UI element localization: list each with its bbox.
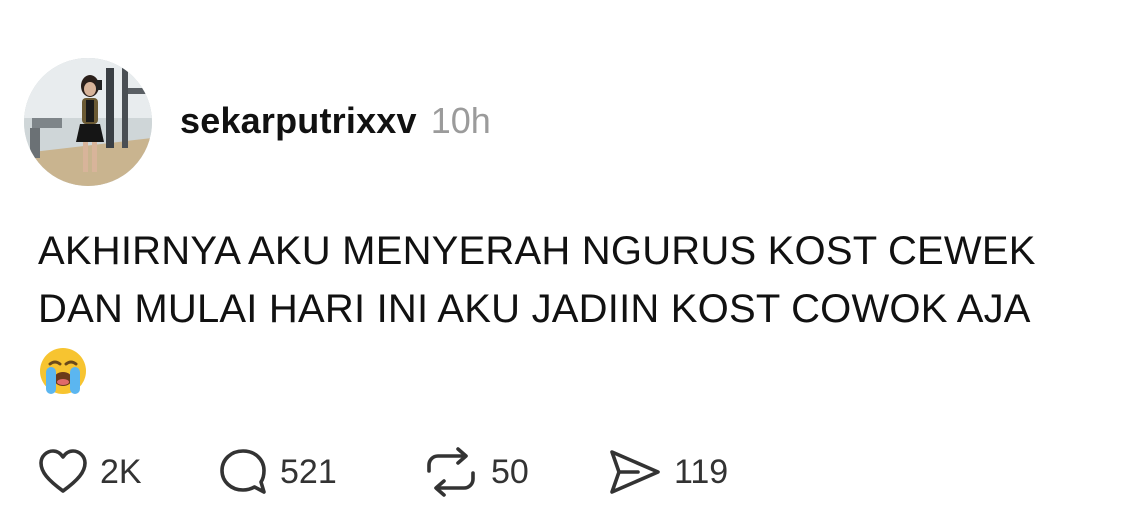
repost-button[interactable]: 50 <box>423 447 608 497</box>
avatar-photo <box>24 58 152 186</box>
share-count: 119 <box>674 452 729 491</box>
comment-icon <box>220 449 266 494</box>
comment-button[interactable]: 521 <box>218 447 423 497</box>
share-button[interactable]: 119 <box>608 447 728 497</box>
post-timestamp: 10h <box>430 100 491 141</box>
action-bar: 2K 521 50 119 <box>38 446 728 498</box>
like-button[interactable]: 2K <box>38 448 218 496</box>
post-text-line: DAN MULAI HARI INI AKU JADIIN KOST COWOK… <box>38 287 1031 331</box>
repost-count: 50 <box>491 452 529 491</box>
loudly-crying-face-icon <box>40 348 86 395</box>
post-header: sekarputrixxv 10h <box>180 100 491 142</box>
post-text-line: AKHIRNYA AKU MENYERAH NGURUS KOST CEWEK <box>38 229 1036 273</box>
like-count: 2K <box>100 452 142 491</box>
heart-icon <box>39 449 87 493</box>
username[interactable]: sekarputrixxv <box>180 100 417 142</box>
post-body: AKHIRNYA AKU MENYERAH NGURUS KOST CEWEK … <box>38 222 1108 396</box>
send-icon <box>610 450 660 494</box>
avatar[interactable] <box>24 58 152 186</box>
thread-post: sekarputrixxv 10h AKHIRNYA AKU MENYERAH … <box>0 0 1125 507</box>
comment-count: 521 <box>280 452 337 491</box>
repost-icon <box>427 447 475 497</box>
